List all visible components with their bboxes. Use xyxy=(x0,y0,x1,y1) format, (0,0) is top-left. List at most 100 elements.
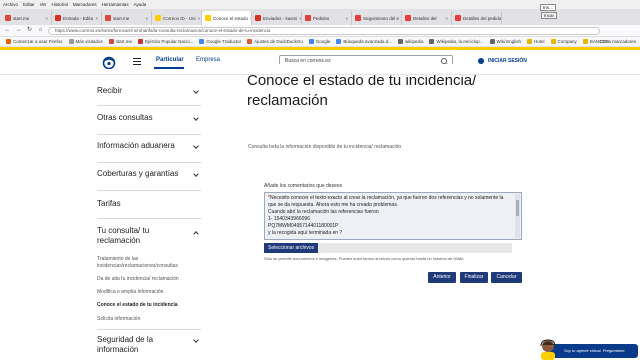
bookmark-icon xyxy=(550,39,556,44)
bookmark-item[interactable]: Búsqueda avanzada d... xyxy=(336,39,392,44)
sidebar-item-seguridad[interactable]: Seguridad de la información xyxy=(97,335,201,360)
sidebar-sublink[interactable]: Da de alta tu incidencia/ reclamación xyxy=(97,276,207,283)
tab-label: Entrada - Edita xyxy=(63,15,94,21)
browser-tab[interactable]: Detalles del pedido× xyxy=(452,11,502,25)
chevron-down-icon xyxy=(193,337,199,343)
bookmark-item[interactable]: Google xyxy=(308,39,330,44)
nav-active-underline xyxy=(154,67,184,69)
sidebar-divider xyxy=(97,329,201,330)
sidebar-item-tu-consulta[interactable]: Tu consulta/ tu reclamación xyxy=(97,226,201,249)
browser-tab-active[interactable]: Conoce el estado× xyxy=(202,11,252,25)
bookmark-item[interactable]: Comenzar a usar Firefox xyxy=(6,39,63,44)
tab-favicon-icon xyxy=(205,15,211,21)
nav-empresa[interactable]: Empresa xyxy=(196,57,220,63)
file-hint: Sólo se permite documentos e imágenes. P… xyxy=(264,256,464,261)
comment-label: Añade los comentarios que desees xyxy=(264,183,343,189)
menu-file[interactable]: Archivo xyxy=(3,0,18,9)
tab-label: Enviados - kasmi xyxy=(263,15,298,21)
hamburger-menu-icon[interactable] xyxy=(133,58,141,65)
bookmark-icon xyxy=(397,39,403,44)
bookmark-icon xyxy=(489,39,495,44)
sidebar-sublink[interactable]: Solicita información xyxy=(97,316,207,323)
bookmark-item[interactable]: Más visitados xyxy=(68,39,103,44)
bookmark-icon xyxy=(429,39,435,44)
url-bar[interactable]: https://www.correos.es/es/es/ferrocarril… xyxy=(48,26,600,35)
browser-tab[interactable]: start.me × xyxy=(102,11,152,25)
bookmark-item[interactable]: Ejército Popular Nacio... xyxy=(138,39,193,44)
back-button[interactable]: Anterior xyxy=(428,272,456,283)
textarea-scrollbar[interactable] xyxy=(515,194,520,238)
browser-tab[interactable]: Pedidos × xyxy=(302,11,352,25)
scrollbar-thumb[interactable] xyxy=(516,200,519,216)
tab-label: Pedidos xyxy=(313,15,330,21)
tab-tooltip: Ins... xyxy=(540,4,556,11)
back-arrow-icon[interactable]: ← xyxy=(4,27,11,34)
browser-tab[interactable]: Correos ID - Uni × xyxy=(152,11,202,25)
bookmark-item[interactable]: Wikipedia, la enciclop... xyxy=(429,39,484,44)
correos-logo-icon[interactable] xyxy=(101,56,117,69)
browser-tab[interactable]: Seguimiento del e× xyxy=(352,11,402,25)
cancel-button[interactable]: Cancelar xyxy=(491,272,522,283)
chevron-up-icon xyxy=(193,231,199,237)
browser-tab[interactable]: start.me × xyxy=(2,11,52,25)
forward-arrow-icon[interactable]: → xyxy=(15,27,22,34)
tab-favicon-icon xyxy=(105,15,111,21)
bookmark-item[interactable]: start.me xyxy=(108,39,132,44)
close-icon[interactable]: × xyxy=(198,16,201,21)
bookmark-icon xyxy=(247,39,253,44)
tab-label: Detalles del pedido xyxy=(463,15,502,21)
virtual-agent-avatar-icon[interactable] xyxy=(538,338,558,360)
tab-favicon-icon xyxy=(155,15,161,21)
menu-history[interactable]: Historial xyxy=(52,0,68,9)
sidebar-item-coberturas[interactable]: Coberturas y garantías xyxy=(97,169,201,191)
browser-tab[interactable]: Enviados - kasmi × xyxy=(252,11,302,25)
other-bookmarks[interactable]: Otros marcadores xyxy=(600,37,636,46)
intro-text: Consulta toda la información disponible … xyxy=(248,144,402,150)
browser-navbar: ← → ↻ ⌂ https://www.correos.es/es/es/fer… xyxy=(0,25,640,37)
bookmark-item[interactable]: Ajustes de DuckDuckGo xyxy=(247,39,303,44)
bookmark-item[interactable]: wikipedia xyxy=(397,39,423,44)
virtual-agent-widget[interactable]: Soy tu agente virtual. Pregúntame. xyxy=(532,339,640,360)
home-icon[interactable]: ⌂ xyxy=(37,27,44,34)
bookmark-item[interactable]: Company xyxy=(550,39,577,44)
menu-view[interactable]: Ver xyxy=(40,0,47,9)
close-icon[interactable]: × xyxy=(45,16,48,21)
select-files-button[interactable]: Seleccionar archivos xyxy=(264,243,319,253)
bookmark-icon xyxy=(68,39,74,44)
sidebar-sublink-active[interactable]: Conoce el estado de tu incidencia xyxy=(97,302,207,309)
reload-icon[interactable]: ↻ xyxy=(26,27,33,34)
close-icon[interactable]: × xyxy=(145,16,148,21)
close-icon[interactable]: × xyxy=(345,16,348,21)
sidebar-sublink[interactable]: Modifica o amplía información xyxy=(97,289,207,296)
comment-textarea[interactable]: *Necesito conocer el texto exacto al cre… xyxy=(264,192,522,240)
sidebar-item-recibir[interactable]: Recibir xyxy=(97,86,201,106)
virtual-agent-label[interactable]: Soy tu agente virtual. Pregúntame. xyxy=(550,344,638,358)
sidebar-sublink[interactable]: Tratamiento de las incidencias/reclamaci… xyxy=(97,256,192,269)
close-icon[interactable]: × xyxy=(95,16,98,21)
nav-particular[interactable]: Particular xyxy=(156,57,184,63)
browser-tab[interactable]: Detalles del × xyxy=(402,11,452,25)
bookmark-item[interactable]: Hotel xyxy=(527,39,545,44)
bookmark-icon xyxy=(138,39,144,44)
tab-favicon-icon xyxy=(355,15,361,21)
bookmark-icon xyxy=(308,39,314,44)
bookmark-icon xyxy=(336,39,342,44)
tab-label: Conoce el estado xyxy=(213,15,249,21)
tab-label: Detalles del xyxy=(413,15,437,21)
sidebar-item-otras-consultas[interactable]: Otras consultas xyxy=(97,113,201,135)
sidebar-item-informacion-aduanera[interactable]: Información aduanera xyxy=(97,141,201,163)
menu-edit[interactable]: Editar xyxy=(23,0,35,9)
menu-help[interactable]: Ayuda xyxy=(134,0,147,9)
finish-button[interactable]: Finalizar xyxy=(460,272,488,283)
tab-favicon-icon xyxy=(405,15,411,21)
bookmark-item[interactable]: Wiki English xyxy=(489,39,521,44)
close-icon[interactable]: × xyxy=(445,16,448,21)
bookmark-icon xyxy=(199,39,205,44)
bookmark-item[interactable]: Google Traductor xyxy=(199,39,241,44)
menu-bookmarks[interactable]: Marcadores xyxy=(73,0,97,9)
menu-tools[interactable]: Herramientas xyxy=(102,0,129,9)
browser-tab[interactable]: Entrada - Edita × xyxy=(52,11,102,25)
bookmark-icon xyxy=(6,39,11,44)
sidebar-item-tarifas[interactable]: Tarifas xyxy=(97,199,201,219)
tab-label: start.me xyxy=(113,15,130,21)
